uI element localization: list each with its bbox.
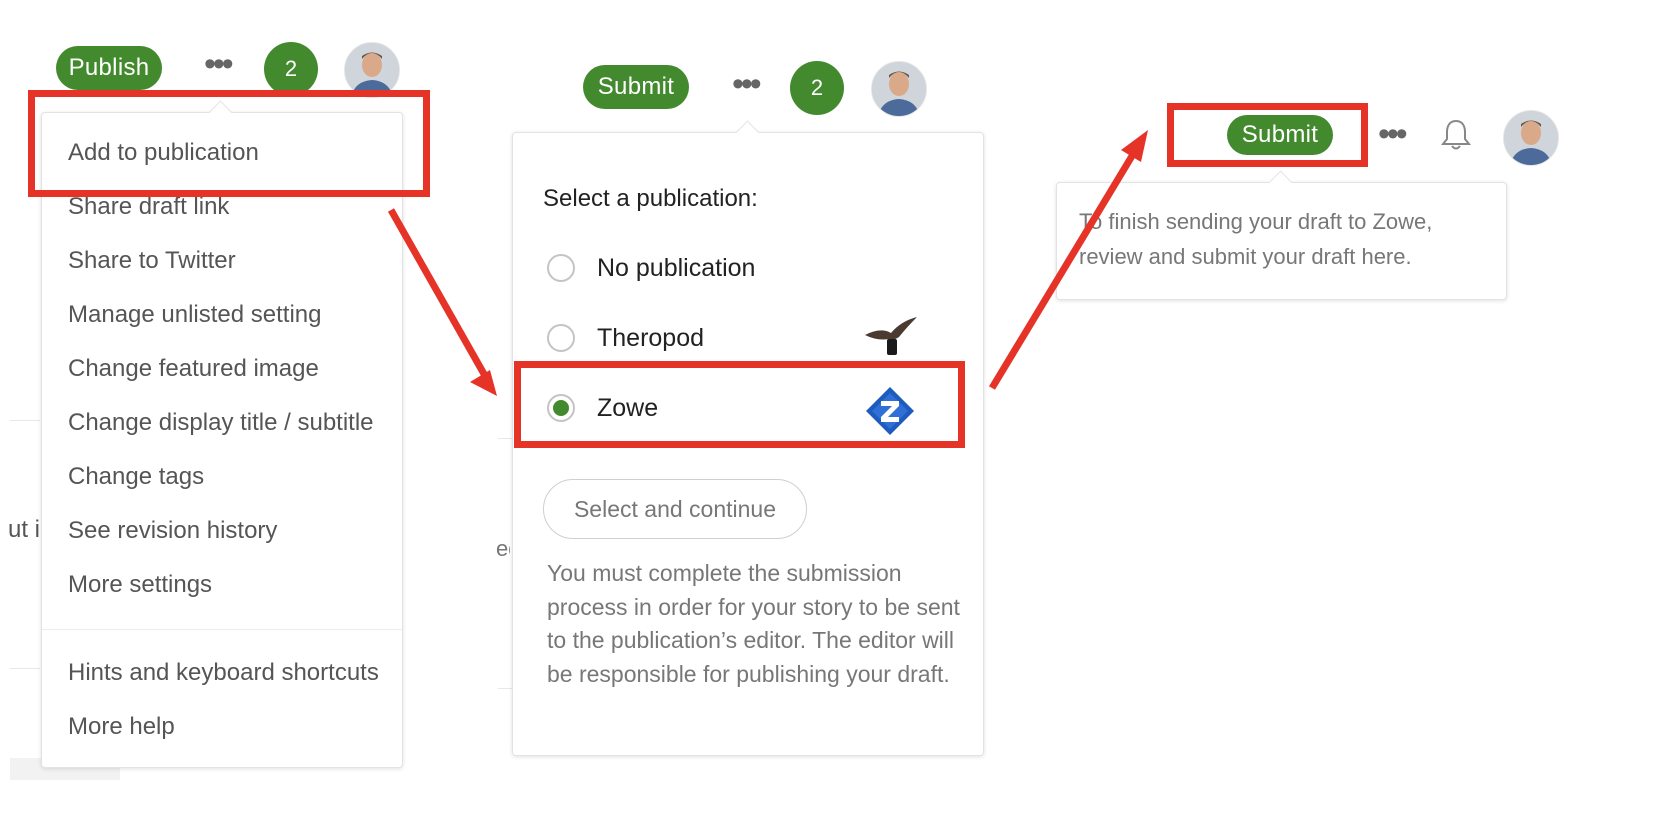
arrow-to-submit-button [989, 154, 1135, 390]
arrowhead [1121, 130, 1148, 162]
flow-arrows [387, 130, 1148, 396]
arrow-to-publication-select [387, 208, 488, 376]
